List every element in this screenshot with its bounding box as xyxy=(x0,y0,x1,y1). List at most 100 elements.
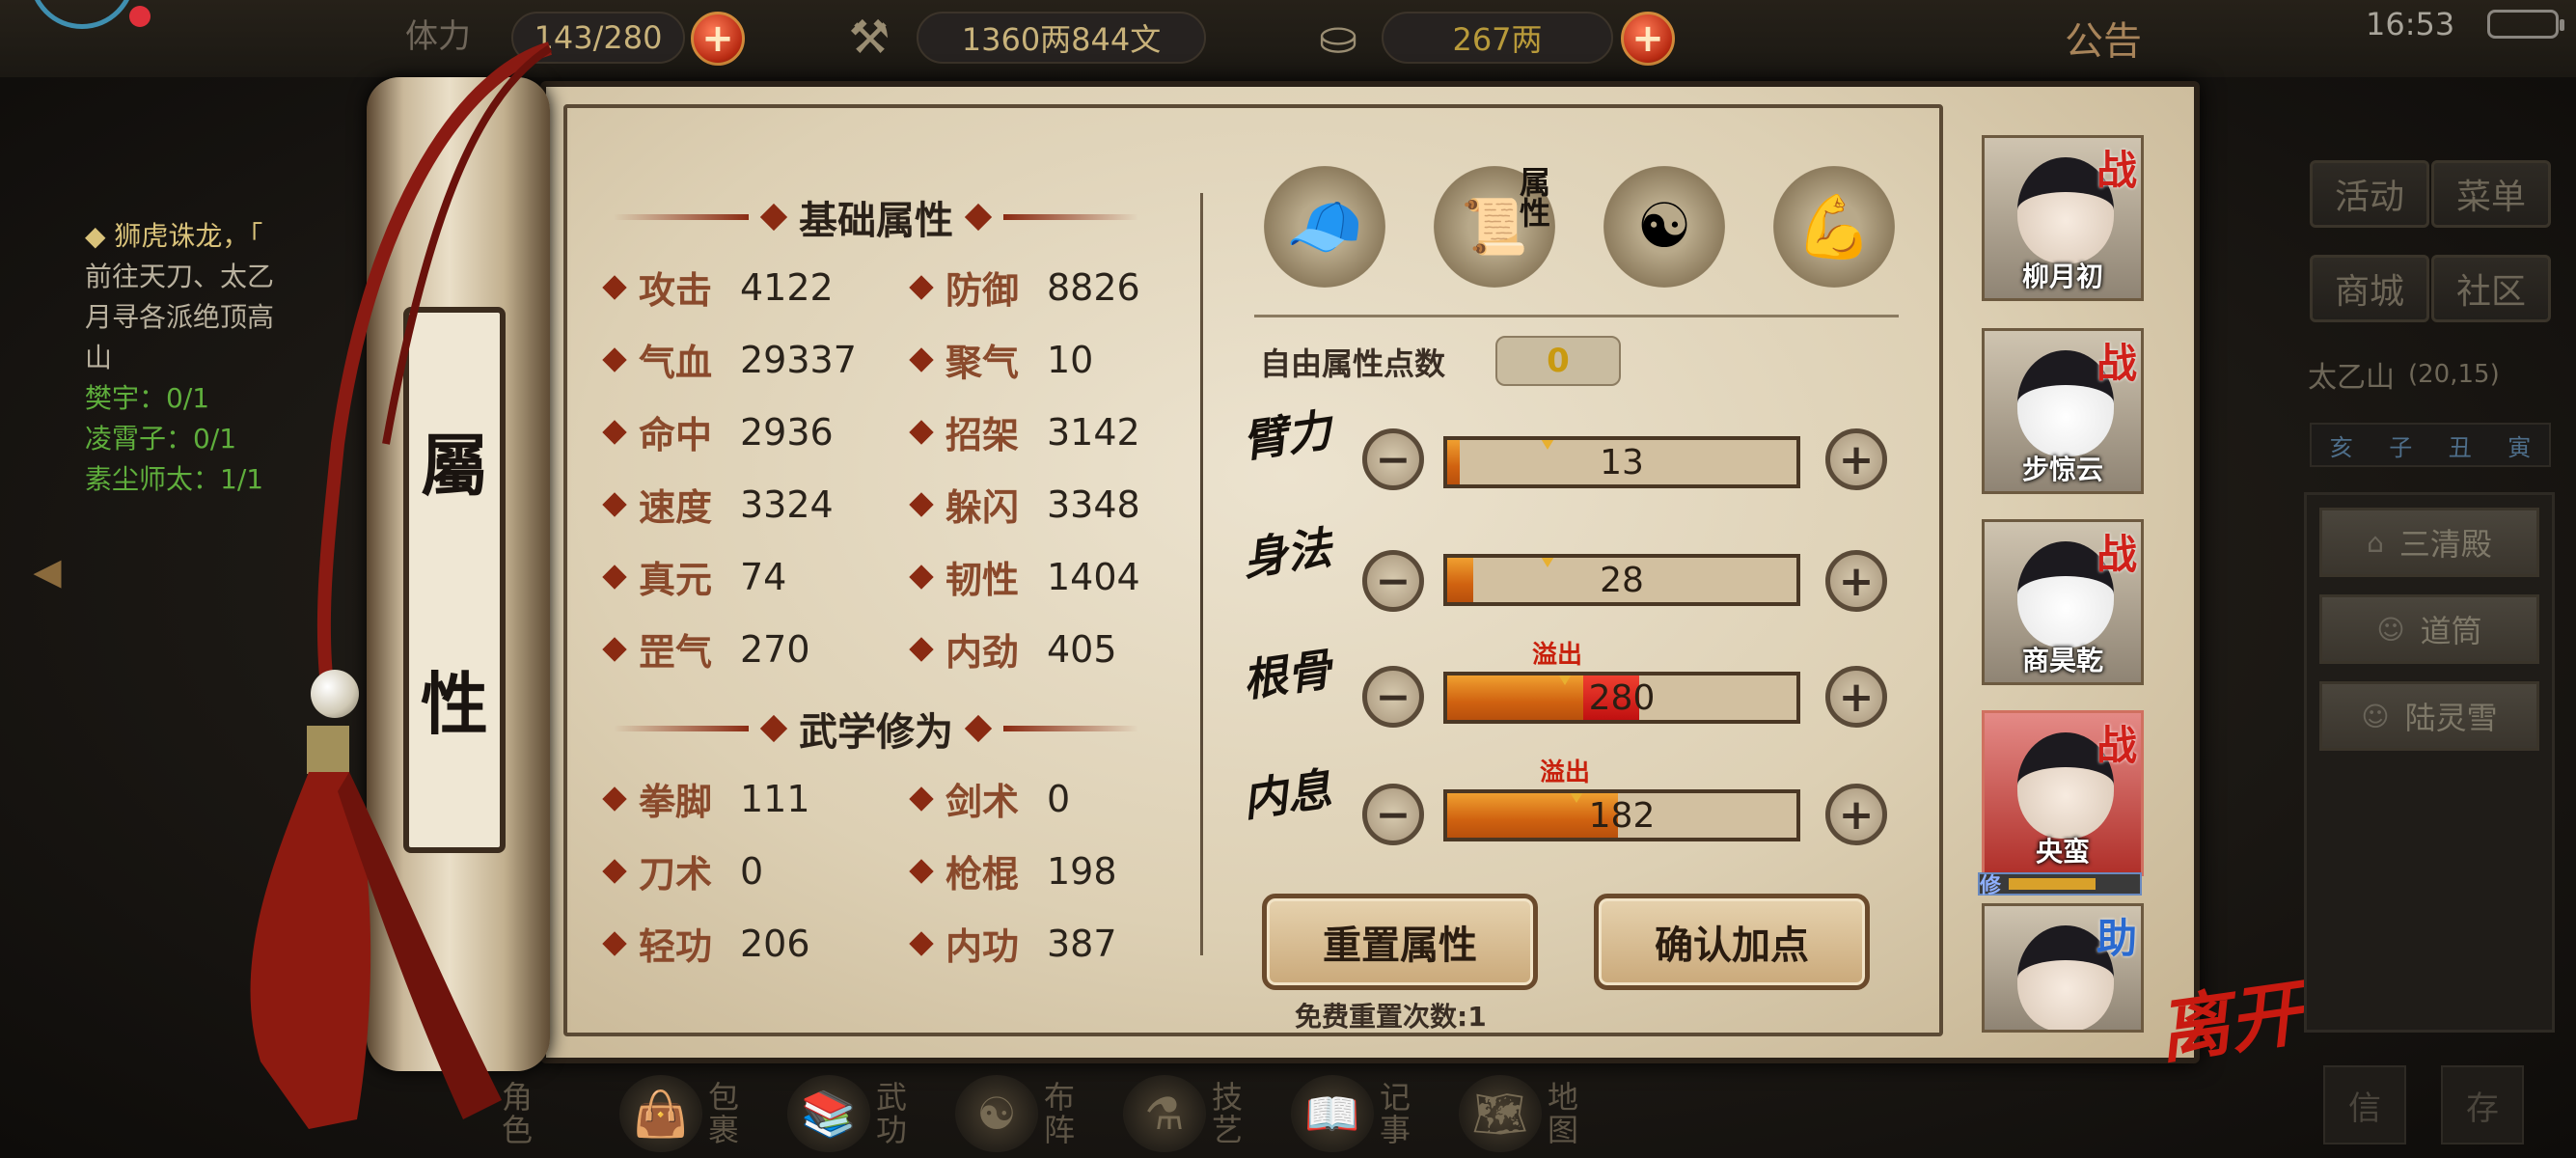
party-member-name: 央蛮 xyxy=(2035,836,2090,868)
nav-role[interactable]: 角色 xyxy=(502,1081,536,1146)
attr-value: 13 xyxy=(1600,442,1644,482)
attr-value: 182 xyxy=(1588,795,1656,836)
npc-item[interactable]: ☺ 陆灵雪 xyxy=(2319,681,2539,751)
collapse-arrow-icon[interactable]: ◀ xyxy=(23,550,71,598)
battle-tag: 战 xyxy=(2096,340,2137,387)
community-button[interactable]: 社区 xyxy=(2431,255,2551,322)
save-button[interactable]: 存 xyxy=(2441,1065,2524,1144)
party-member-card[interactable]: 战 商昊乾 xyxy=(1982,519,2144,685)
stat-row: 韧性 1404 xyxy=(909,540,1192,613)
tab-attributes-icon[interactable]: 📜 属性 xyxy=(1434,166,1555,288)
stat-row: 躲闪 3348 xyxy=(909,468,1192,540)
tab-bagua-icon[interactable]: ☯ xyxy=(1603,166,1725,288)
free-reset-count: 免费重置次数:1 xyxy=(1295,1001,1487,1033)
map-icon[interactable]: 🗺 xyxy=(1459,1075,1542,1152)
stat-value: 3142 xyxy=(1047,410,1140,454)
assist-tag: 助 xyxy=(2096,915,2137,962)
free-points-value: 0 xyxy=(1495,336,1621,386)
tab-meridian-icon[interactable]: 💪 xyxy=(1773,166,1895,288)
party-member-card[interactable]: 助 xyxy=(1982,903,2144,1033)
martial-stats-left: 拳脚 111 刀术 0 轻功 206 xyxy=(602,762,895,979)
attr-name: 身法 xyxy=(1239,521,1335,586)
tab-character-icon[interactable]: 🧢 xyxy=(1264,166,1385,288)
stat-row: 真元 74 xyxy=(602,540,895,613)
party-member-card-selected[interactable]: 战 央蛮 xyxy=(1982,710,2144,876)
quest-desc-line: 月寻各派绝顶高 xyxy=(85,301,275,333)
stat-value: 29337 xyxy=(740,338,857,381)
location-name: 太乙山 xyxy=(2308,361,2395,395)
decrease-agility-button[interactable]: − xyxy=(1362,550,1424,612)
books-icon[interactable]: 📚 xyxy=(787,1075,870,1152)
notification-dot xyxy=(129,6,151,27)
stat-label: 气血 xyxy=(639,341,713,384)
stat-value: 1404 xyxy=(1047,555,1140,598)
decrease-strength-button[interactable]: − xyxy=(1362,428,1424,490)
confirm-points-button[interactable]: 确认加点 xyxy=(1594,894,1870,990)
menu-button[interactable]: 菜单 xyxy=(2431,160,2551,228)
nav-martial[interactable]: 武功 xyxy=(876,1081,911,1146)
party-member-card[interactable]: 战 步惊云 xyxy=(1982,328,2144,494)
nav-map[interactable]: 地图 xyxy=(1548,1081,1582,1146)
stat-label: 刀术 xyxy=(639,852,713,896)
increase-constitution-button[interactable]: + xyxy=(1825,666,1887,728)
time-label: 子 xyxy=(2389,433,2413,461)
attr-name: 臂力 xyxy=(1239,403,1335,468)
notice-button[interactable]: 公告 xyxy=(2065,10,2142,66)
attr-name: 根骨 xyxy=(1239,643,1335,707)
stat-label: 速度 xyxy=(639,485,713,529)
battle-tag: 战 xyxy=(2096,531,2137,578)
journal-icon[interactable]: 📖 xyxy=(1291,1075,1374,1152)
stat-value: 111 xyxy=(740,777,810,820)
npc-name: 陆灵雪 xyxy=(2404,700,2498,736)
person-icon: ☺ xyxy=(2376,613,2405,646)
quest-title: ◆ 狮虎诛龙，「 xyxy=(85,220,263,252)
craft-icon[interactable]: ⚗ xyxy=(1123,1075,1206,1152)
column-divider xyxy=(1200,193,1203,955)
stat-value: 4122 xyxy=(740,265,834,309)
activity-button[interactable]: 活动 xyxy=(2310,160,2429,228)
scroll-title-char: 性 xyxy=(421,664,488,744)
shop-button[interactable]: 商城 xyxy=(2310,255,2429,322)
npc-item[interactable]: ⌂ 三清殿 xyxy=(2319,508,2539,577)
stat-value: 10 xyxy=(1047,338,1094,381)
basic-stats-left: 攻击 4122 气血 29337 命中 2936 速度 3324 真元 74 罡气 270 xyxy=(602,251,895,685)
bottom-nav: 角色 👜 包裹 📚 武功 ☯ 布阵 ⚗ 技艺 📖 记事 🗺 地图 xyxy=(502,1069,1582,1158)
martial-stats-right: 剑术 0 枪棍 198 内功 387 xyxy=(909,762,1192,979)
stamina-counter: 143/280 xyxy=(511,12,685,64)
increase-agility-button[interactable]: + xyxy=(1825,550,1887,612)
stat-value: 8826 xyxy=(1047,265,1140,309)
nav-formation[interactable]: 布阵 xyxy=(1044,1081,1079,1146)
party-member-card[interactable]: 战 柳月初 xyxy=(1982,135,2144,301)
add-gold-button[interactable]: + xyxy=(1621,12,1675,66)
bag-icon[interactable]: 👜 xyxy=(619,1075,702,1152)
npc-name: 三清殿 xyxy=(2398,526,2492,563)
stat-value: 74 xyxy=(740,555,787,598)
stat-value: 3348 xyxy=(1047,482,1140,526)
time-label: 亥 xyxy=(2329,433,2353,461)
attr-name: 内息 xyxy=(1239,762,1335,827)
quest-tracker[interactable]: ◆ 狮虎诛龙，「 前往天刀、太乙 月寻各派绝顶高 山 樊宇：0/1 凌霄子：0/… xyxy=(85,216,374,500)
scroll-title: 屬 性 xyxy=(403,307,506,853)
nav-bag[interactable]: 包裹 xyxy=(708,1081,743,1146)
free-points-label: 自由属性点数 xyxy=(1260,345,1446,382)
leave-button[interactable]: 离开 xyxy=(2151,955,2307,1078)
add-stamina-button[interactable]: + xyxy=(691,12,745,66)
nav-skills[interactable]: 技艺 xyxy=(1212,1081,1247,1146)
increase-breath-button[interactable]: + xyxy=(1825,784,1887,845)
stat-row: 轻功 206 xyxy=(602,907,895,979)
basic-stats-right: 防御 8826 聚气 10 招架 3142 躲闪 3348 韧性 1404 内劲 405 xyxy=(909,251,1192,685)
increase-strength-button[interactable]: + xyxy=(1825,428,1887,490)
nav-journal[interactable]: 记事 xyxy=(1380,1081,1414,1146)
bagua-icon[interactable]: ☯ xyxy=(955,1075,1038,1152)
decrease-breath-button[interactable]: − xyxy=(1362,784,1424,845)
decrease-constitution-button[interactable]: − xyxy=(1362,666,1424,728)
reset-attributes-button[interactable]: 重置属性 xyxy=(1262,894,1538,990)
npc-item[interactable]: ☺ 道筒 xyxy=(2319,594,2539,664)
basic-attr-heading: 基础属性 xyxy=(606,189,1146,245)
money-display: 1360两844文 xyxy=(917,12,1206,64)
stat-value: 2936 xyxy=(740,410,834,454)
coin-icon: ⚒ xyxy=(848,11,891,65)
mail-button[interactable]: 信 xyxy=(2323,1065,2406,1144)
stat-label: 韧性 xyxy=(945,558,1020,601)
jade-bead-icon xyxy=(311,670,359,718)
